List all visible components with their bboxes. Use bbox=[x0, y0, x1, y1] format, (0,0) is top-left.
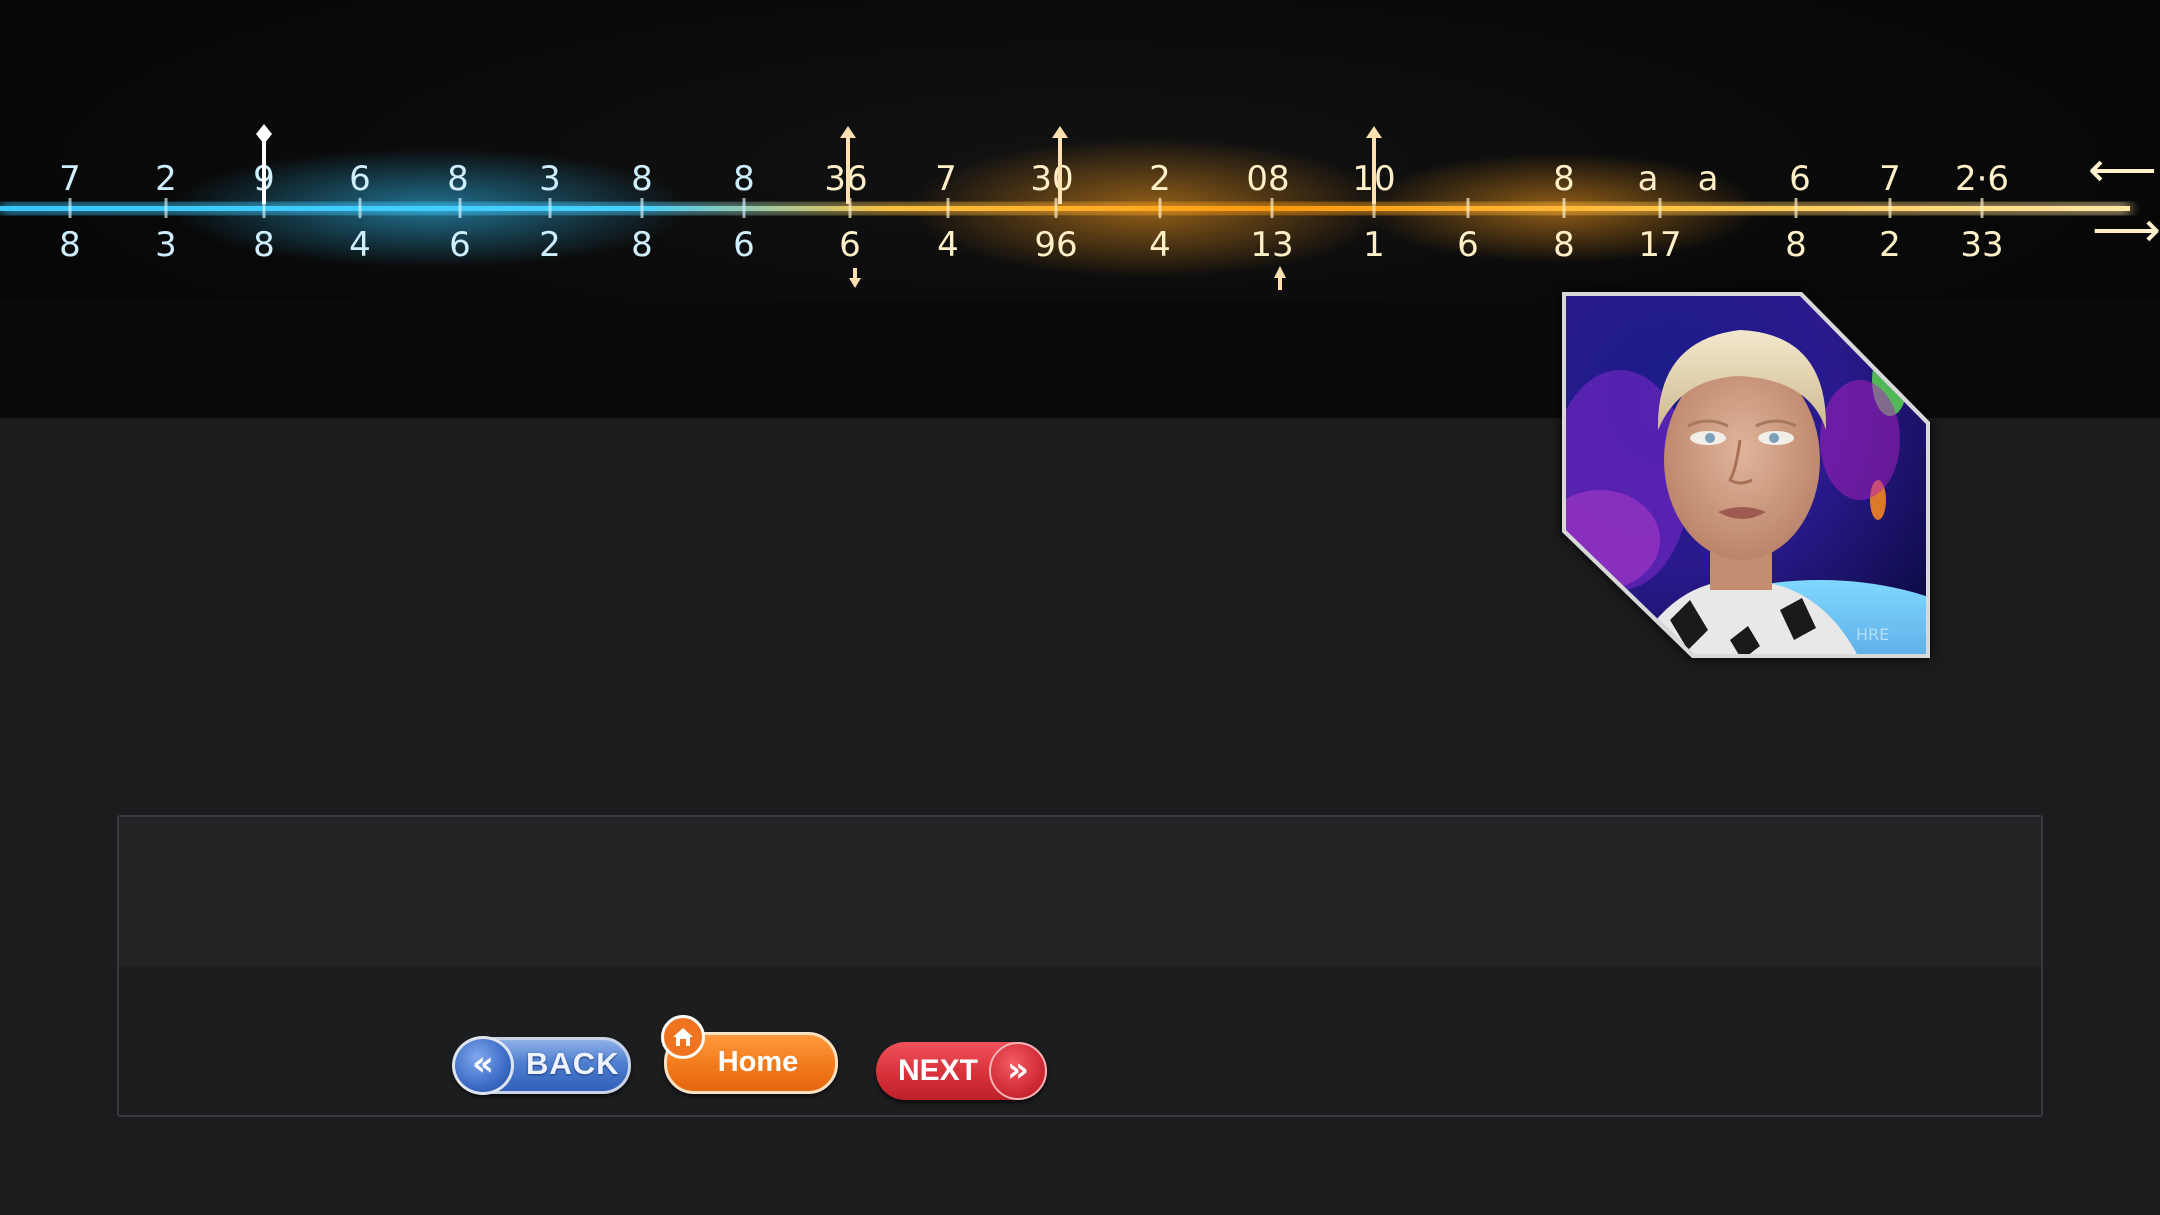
marker-stem bbox=[1372, 136, 1376, 204]
number-line-top-label: 8 bbox=[1553, 159, 1575, 199]
marker-stem bbox=[846, 136, 850, 204]
number-line-tick bbox=[946, 198, 950, 218]
home-button[interactable]: Home bbox=[661, 1015, 838, 1094]
number-line-top-label: a bbox=[1638, 159, 1659, 199]
number-line-bottom-label: 6 bbox=[1457, 225, 1479, 265]
person-portrait-image: HRE bbox=[1562, 292, 1930, 658]
number-line-top-label: 6 bbox=[1789, 159, 1811, 199]
portrait-watermark: HRE bbox=[1856, 625, 1889, 644]
number-line-top-label: 3 bbox=[539, 159, 561, 199]
number-line-top-label: 7 bbox=[1879, 159, 1901, 199]
number-line-tick bbox=[164, 198, 168, 218]
number-line-top-label: 08 bbox=[1246, 159, 1289, 199]
number-line-bottom-label: 4 bbox=[349, 225, 371, 265]
number-line-top-label: 2·6 bbox=[1955, 159, 2009, 199]
number-line-top-label: 30 bbox=[1030, 159, 1073, 199]
number-line-bottom-label: 4 bbox=[937, 225, 959, 265]
number-line-top-label: 6 bbox=[349, 159, 371, 199]
marker-stem bbox=[1058, 136, 1062, 204]
marker-stem bbox=[853, 268, 857, 280]
number-line-tick bbox=[68, 198, 72, 218]
number-line-bottom-label: 8 bbox=[1553, 225, 1575, 265]
number-line-top-label: 8 bbox=[733, 159, 755, 199]
top-label-group: 7296838836730208108aa672·6 bbox=[59, 159, 2009, 199]
content-panel bbox=[117, 815, 2043, 1117]
number-line-tick bbox=[1158, 198, 1162, 218]
number-line-tick bbox=[1794, 198, 1798, 218]
number-line-bottom-label: 6 bbox=[449, 225, 471, 265]
home-button-label: Home bbox=[717, 1046, 799, 1078]
number-line-bottom-label: 2 bbox=[1879, 225, 1901, 265]
number-line-top-label: 7 bbox=[935, 159, 957, 199]
next-button-label: NEXT bbox=[898, 1054, 979, 1087]
number-line-bottom-label: 17 bbox=[1638, 225, 1681, 265]
number-line-top-label: 2 bbox=[155, 159, 177, 199]
number-line-tick bbox=[548, 198, 552, 218]
marker-stem bbox=[262, 140, 266, 204]
number-line-top-label: 8 bbox=[631, 159, 653, 199]
number-line-tick bbox=[1562, 198, 1566, 218]
number-line-top-label: 7 bbox=[59, 159, 81, 199]
number-line-tick bbox=[458, 198, 462, 218]
number-line bbox=[0, 206, 2130, 211]
number-line-tick bbox=[1054, 198, 1058, 218]
number-line-top-label: 8 bbox=[447, 159, 469, 199]
number-line-tick bbox=[358, 198, 362, 218]
left-arrow-icon: ⟵ bbox=[2088, 142, 2157, 198]
number-line-tick bbox=[1980, 198, 1984, 218]
back-button-label: BACK bbox=[526, 1046, 620, 1081]
number-line-tick bbox=[742, 198, 746, 218]
back-button[interactable]: « BACK bbox=[452, 1036, 631, 1095]
number-line-tick bbox=[1888, 198, 1892, 218]
number-line-tick bbox=[1466, 198, 1470, 218]
number-line-tick bbox=[1658, 198, 1662, 218]
number-line-bottom-label: 8 bbox=[59, 225, 81, 265]
number-line-bottom-label: 2 bbox=[539, 225, 561, 265]
number-line-bottom-label: 6 bbox=[733, 225, 755, 265]
number-line-bottom-label: 1 bbox=[1363, 225, 1385, 265]
number-line-bottom-label: 4 bbox=[1149, 225, 1171, 265]
number-line-bottom-label: 33 bbox=[1960, 225, 2003, 265]
number-line-bottom-label: 6 bbox=[839, 225, 861, 265]
marker-stem bbox=[1278, 276, 1282, 290]
next-button[interactable]: NEXT » bbox=[876, 1042, 1047, 1100]
number-line-top-label: a bbox=[1698, 159, 1719, 199]
number-line-bottom-label: 8 bbox=[253, 225, 275, 265]
number-line-tick bbox=[1270, 198, 1274, 218]
double-chevron-right-icon: » bbox=[989, 1042, 1047, 1100]
number-line-bottom-label: 8 bbox=[1785, 225, 1807, 265]
number-line-bottom-label: 3 bbox=[155, 225, 177, 265]
number-line-top-label: 2 bbox=[1149, 159, 1171, 199]
slide-stage: 7296838836730208108aa672·6 8384628664964… bbox=[0, 0, 2160, 1215]
number-line-bottom-label: 8 bbox=[631, 225, 653, 265]
number-line-tick bbox=[640, 198, 644, 218]
content-header-strip bbox=[119, 817, 2041, 967]
right-arrow-icon: ⟶ bbox=[2092, 202, 2160, 258]
number-line-bottom-label: 96 bbox=[1034, 225, 1077, 265]
number-line-bottom-label: 13 bbox=[1250, 225, 1293, 265]
double-chevron-left-icon: « bbox=[452, 1036, 514, 1095]
